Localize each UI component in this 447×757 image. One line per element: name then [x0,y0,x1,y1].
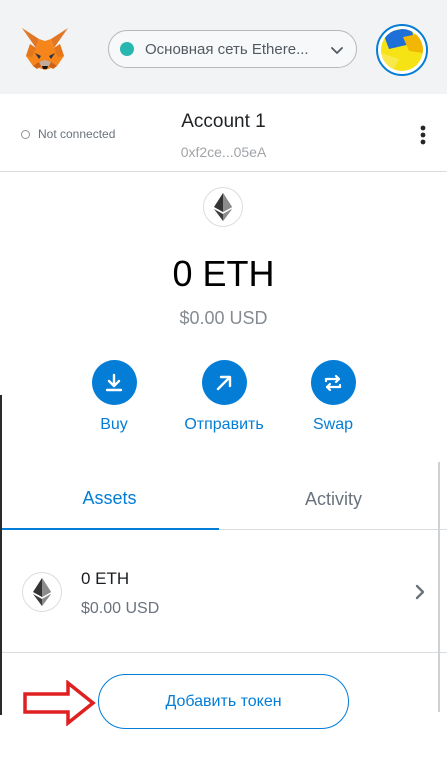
window-edge-right [438,462,440,712]
asset-row-eth[interactable]: 0 ETH $0.00 USD [0,553,447,653]
chevron-right-icon [415,584,425,600]
network-status-dot [120,42,134,56]
account-name[interactable]: Account 1 [0,111,447,133]
asset-usd: $0.00 USD [81,600,160,617]
eth-badge [203,187,243,227]
swap-icon [324,374,342,391]
account-avatar[interactable] [376,24,428,76]
tabs: Assets Activity [0,468,447,530]
send-button[interactable]: Отправить [169,360,279,434]
buy-button[interactable]: Buy [59,360,169,434]
account-bar: Not connected Account 1 0xf2ce...05eA [0,94,447,172]
arrow-up-right-icon [216,375,232,390]
ethereum-icon [33,578,51,606]
swap-label: Swap [312,416,354,433]
add-token-button[interactable]: Добавить токен [98,674,349,729]
window-edge-left [0,395,2,715]
balance-section: 0 ETH $0.00 USD Buy Отправить Swap [0,172,447,462]
asset-icon [22,572,62,612]
annotation-arrow-icon [23,680,96,726]
tab-assets[interactable]: Assets [0,468,219,530]
network-selector[interactable]: Основная сеть Ethere... [108,30,357,68]
chevron-down-icon [331,47,343,54]
swap-button-circle[interactable] [310,360,356,405]
account-address[interactable]: 0xf2ce...05eA [0,144,447,160]
send-label: Отправить [184,416,264,433]
buy-button-circle[interactable] [91,360,137,405]
balance-usd: $0.00 USD [179,308,268,328]
send-button-circle[interactable] [201,360,247,405]
metamask-fox-icon[interactable] [20,26,70,72]
buy-label: Buy [100,416,128,433]
balance-amount: 0 ETH [172,253,275,294]
kebab-menu-icon[interactable] [413,123,433,147]
identicon [381,29,423,71]
network-name: Основная сеть Ethere... [145,40,309,58]
asset-amount: 0 ETH [81,569,130,588]
app-header: Основная сеть Ethere... [0,0,447,94]
ethereum-icon [214,193,232,221]
tab-activity[interactable]: Activity [224,468,443,530]
swap-button[interactable]: Swap [278,360,388,434]
download-icon [105,373,123,391]
